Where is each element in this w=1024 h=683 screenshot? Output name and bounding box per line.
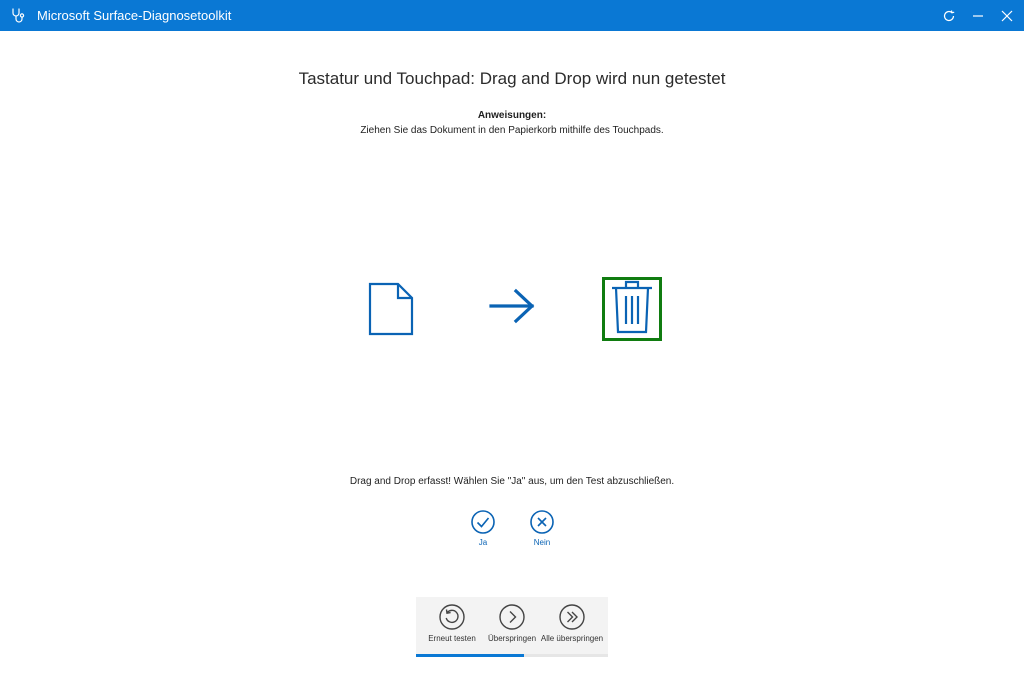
stethoscope-icon [9, 6, 29, 26]
retest-button[interactable]: Erneut testen [420, 604, 484, 643]
instructions-title: Anweisungen: [477, 110, 547, 121]
status-text: Drag and Drop erfasst! Wählen Sie "Ja" a… [349, 476, 675, 487]
title-bar: Microsoft Surface-Diagnosetoolkit [0, 0, 1024, 31]
progress-bar [416, 654, 608, 657]
arrow-right-icon [488, 288, 536, 324]
progress-fill [416, 654, 524, 657]
chevron-right-icon [499, 604, 525, 630]
x-circle-icon [530, 510, 554, 534]
instructions-text: Ziehen Sie das Dokument in den Papierkor… [360, 125, 664, 136]
minimize-icon[interactable] [963, 0, 992, 31]
skip-button[interactable]: Überspringen [480, 604, 544, 643]
trash-icon [611, 280, 653, 339]
retry-icon [439, 604, 465, 630]
document-icon[interactable] [368, 282, 414, 336]
skip-label: Überspringen [487, 634, 537, 643]
double-chevron-right-icon [559, 604, 585, 630]
page-title: Tastatur und Touchpad: Drag and Drop wir… [298, 69, 726, 88]
no-button[interactable]: Nein [522, 510, 562, 547]
retest-label: Erneut testen [428, 634, 476, 643]
yes-button[interactable]: Ja [463, 510, 503, 547]
trash-drop-target[interactable] [602, 277, 662, 341]
skip-all-label: Alle überspringen [540, 634, 604, 643]
window-title: Microsoft Surface-Diagnosetoolkit [37, 8, 232, 23]
close-icon[interactable] [992, 0, 1021, 31]
checkmark-icon [471, 510, 495, 534]
test-navigation-bar: Erneut testen Überspringen Alle überspri… [416, 597, 608, 657]
refresh-icon[interactable] [934, 0, 963, 31]
yes-label: Ja [478, 538, 488, 547]
skip-all-button[interactable]: Alle überspringen [540, 604, 604, 643]
window-controls [934, 0, 1024, 31]
no-label: Nein [533, 538, 551, 547]
